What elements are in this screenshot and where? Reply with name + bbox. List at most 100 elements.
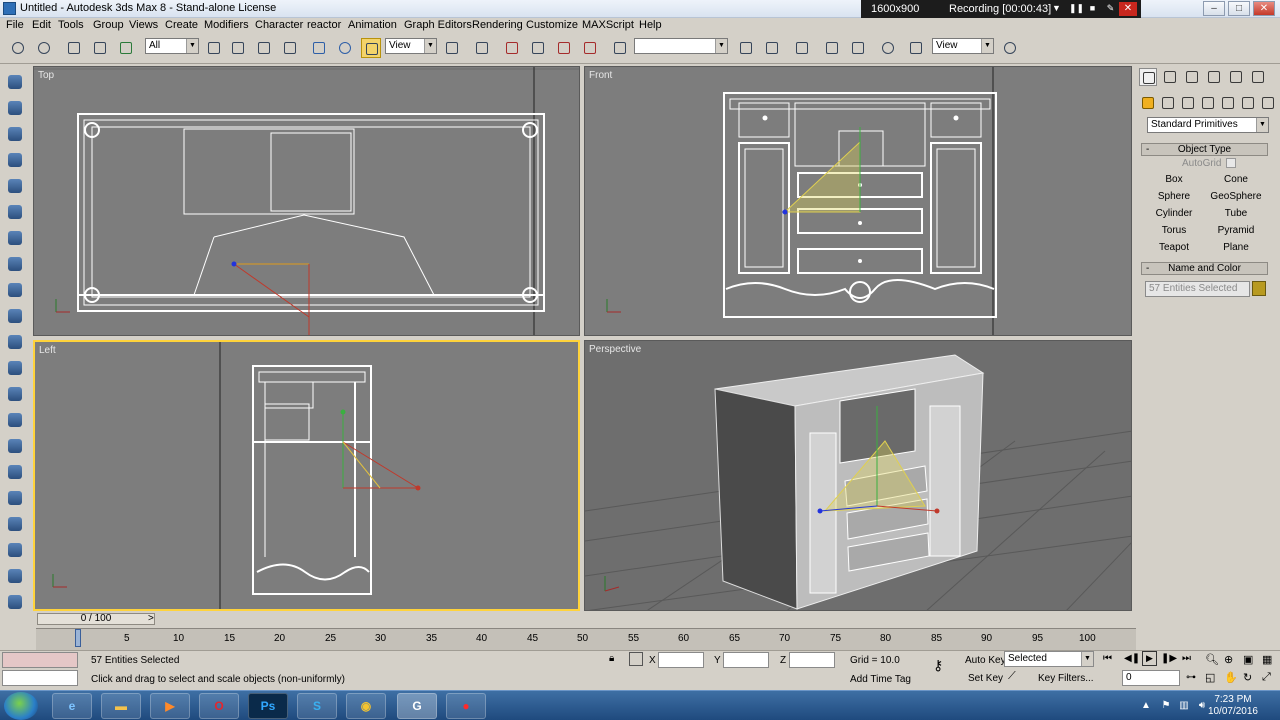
- menu-edit[interactable]: Edit: [32, 19, 51, 31]
- quick-render-teapot-icon[interactable]: [1000, 38, 1020, 58]
- maximize-viewport-icon[interactable]: ⤢: [1262, 671, 1271, 684]
- helpers-category-icon[interactable]: [1219, 94, 1237, 112]
- viewport-front[interactable]: Front: [584, 66, 1132, 336]
- mirror-icon[interactable]: [736, 38, 756, 58]
- recorder-close-button[interactable]: ✕: [1119, 2, 1137, 16]
- skype-icon[interactable]: S: [297, 693, 337, 719]
- time-slider[interactable]: 0 / 100: [37, 613, 155, 625]
- pivot-center-icon[interactable]: [442, 38, 462, 58]
- select-object-icon[interactable]: [204, 38, 224, 58]
- zoom-extents-all-icon[interactable]: ▦: [1262, 653, 1272, 666]
- zoom-all-icon[interactable]: ⊕: [1224, 653, 1233, 666]
- menu-file[interactable]: File: [6, 19, 24, 31]
- goto-end-icon[interactable]: ⏭: [1182, 653, 1191, 664]
- lock-selection-icon[interactable]: 🔒︎: [609, 653, 621, 665]
- hierarchy-tool-icon[interactable]: [5, 280, 25, 300]
- zoom-extents-icon[interactable]: ▣: [1243, 653, 1253, 666]
- close-button[interactable]: ✕: [1253, 1, 1275, 16]
- arc-rotate-icon[interactable]: ↻: [1243, 671, 1252, 684]
- teapot-button[interactable]: Teapot: [1145, 240, 1203, 255]
- y-coordinate-field[interactable]: [723, 652, 769, 668]
- prev-key-icon[interactable]: ◀❚: [1124, 653, 1140, 664]
- viewport-top[interactable]: Top: [33, 66, 580, 336]
- modify-tab-icon[interactable]: [1161, 68, 1179, 86]
- menu-help[interactable]: Help: [639, 19, 662, 31]
- dropdown-icon[interactable]: ▼: [1051, 3, 1062, 14]
- absolute-mode-icon[interactable]: [629, 652, 643, 666]
- utilities-tab-icon[interactable]: [1249, 68, 1267, 86]
- menu-group[interactable]: Group: [93, 19, 124, 31]
- field-of-view-icon[interactable]: ◱: [1205, 671, 1215, 684]
- create-tab-icon[interactable]: [1139, 68, 1157, 86]
- tube-button[interactable]: Tube: [1207, 206, 1265, 221]
- maximize-button[interactable]: □: [1228, 1, 1250, 16]
- spinner-snap-icon[interactable]: [580, 38, 600, 58]
- shape-tool-icon[interactable]: [5, 98, 25, 118]
- key-mode-toggle-icon[interactable]: ⊶: [1186, 672, 1196, 683]
- next-key-icon[interactable]: ❚▶: [1161, 653, 1177, 664]
- object-name-field[interactable]: 57 Entities Selected: [1145, 281, 1250, 297]
- display-tab-icon[interactable]: [1227, 68, 1245, 86]
- selection-filter-dropdown[interactable]: All ▼: [145, 38, 199, 54]
- autogrid-checkbox[interactable]: [1226, 158, 1236, 168]
- auto-key-button[interactable]: Auto Key: [965, 655, 1006, 666]
- select-and-scale-icon[interactable]: [361, 38, 381, 58]
- next-frame-icon[interactable]: >: [148, 613, 154, 624]
- key-filters-button[interactable]: Key Filters...: [1038, 673, 1094, 684]
- lights-category-icon[interactable]: [1179, 94, 1197, 112]
- window-crossing-icon[interactable]: [280, 38, 300, 58]
- rope-tool-icon[interactable]: [5, 462, 25, 482]
- media-player-icon[interactable]: ▶: [150, 693, 190, 719]
- modifier-tool-icon[interactable]: [5, 254, 25, 274]
- play-icon[interactable]: ▶: [1142, 651, 1157, 666]
- motion-tab-icon[interactable]: [1205, 68, 1223, 86]
- maxscript-input-mini[interactable]: [2, 670, 78, 686]
- undo-icon[interactable]: [8, 38, 28, 58]
- schematic-view-icon[interactable]: [848, 38, 868, 58]
- maxscript-listener-mini[interactable]: [2, 652, 78, 668]
- systems-category-icon[interactable]: [1259, 94, 1277, 112]
- z-coordinate-field[interactable]: [789, 652, 835, 668]
- create-tool-icon[interactable]: [5, 72, 25, 92]
- torus-button[interactable]: Torus: [1145, 223, 1203, 238]
- reference-coordinate-dropdown[interactable]: View ▼: [385, 38, 437, 54]
- sphere-tool-icon[interactable]: [5, 124, 25, 144]
- cloth-tool-icon[interactable]: [5, 410, 25, 430]
- menu-maxscript[interactable]: MAXScript: [582, 19, 634, 31]
- align-icon[interactable]: [762, 38, 782, 58]
- snaps-toggle-icon[interactable]: [502, 38, 522, 58]
- goto-start-icon[interactable]: ⏮: [1103, 653, 1112, 664]
- motion-tool-icon[interactable]: [5, 306, 25, 326]
- key-mode-dropdown[interactable]: Selected ▼: [1004, 651, 1094, 667]
- opera-icon[interactable]: O: [199, 693, 239, 719]
- file-explorer-icon[interactable]: ▬: [101, 693, 141, 719]
- rectangular-selection-icon[interactable]: [254, 38, 274, 58]
- soft-body-tool-icon[interactable]: [5, 488, 25, 508]
- angle-snap-icon[interactable]: [528, 38, 548, 58]
- set-key-button[interactable]: Set Key: [968, 673, 1003, 684]
- object-type-rollout-header[interactable]: - Object Type: [1141, 143, 1268, 156]
- time-cursor[interactable]: [75, 629, 81, 647]
- spacewarps-category-icon[interactable]: [1239, 94, 1257, 112]
- 3dsmax-taskbar-icon[interactable]: G: [397, 693, 437, 719]
- layer-manager-icon[interactable]: [792, 38, 812, 58]
- wind-tool-icon[interactable]: [5, 540, 25, 560]
- shapes-category-icon[interactable]: [1159, 94, 1177, 112]
- menu-graph-editors[interactable]: Graph Editors: [404, 19, 472, 31]
- sphere-button[interactable]: Sphere: [1145, 189, 1203, 204]
- utilities-tool-icon[interactable]: [5, 358, 25, 378]
- chrome-icon[interactable]: ◉: [346, 693, 386, 719]
- cameras-category-icon[interactable]: [1199, 94, 1217, 112]
- render-scene-icon[interactable]: [906, 38, 926, 58]
- windows-start-button[interactable]: [4, 692, 38, 720]
- select-by-name-icon[interactable]: [228, 38, 248, 58]
- named-selection-sets-dropdown[interactable]: ▼: [634, 38, 728, 54]
- bind-space-warp-icon[interactable]: [116, 38, 136, 58]
- internet-explorer-icon[interactable]: e: [52, 693, 92, 719]
- menu-rendering[interactable]: Rendering: [472, 19, 523, 31]
- camera-icon[interactable]: ■: [1087, 3, 1098, 14]
- hierarchy-tab-icon[interactable]: [1183, 68, 1201, 86]
- primitive-category-dropdown[interactable]: Standard Primitives ▼: [1147, 117, 1269, 133]
- rigid-body-tool-icon[interactable]: [5, 436, 25, 456]
- minimize-button[interactable]: –: [1203, 1, 1225, 16]
